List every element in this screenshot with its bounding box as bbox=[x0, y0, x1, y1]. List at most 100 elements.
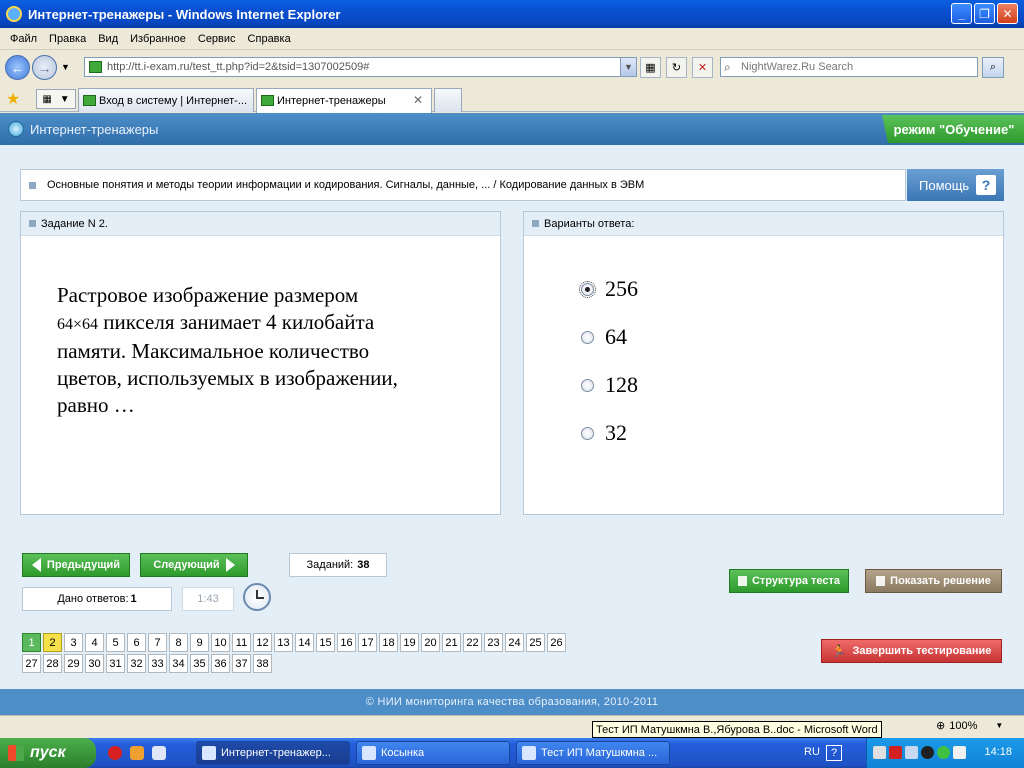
question-number-cell[interactable]: 36 bbox=[211, 654, 230, 673]
favorites-star-icon[interactable]: ★ bbox=[6, 89, 20, 109]
menu-file[interactable]: Файл bbox=[4, 33, 43, 45]
question-number-cell[interactable]: 10 bbox=[211, 633, 230, 652]
question-line-4: цветов, используемых в изображении, bbox=[57, 366, 398, 390]
close-button[interactable]: ✕ bbox=[997, 3, 1018, 24]
answer-option-3[interactable]: 128 bbox=[581, 372, 638, 398]
question-number-cell[interactable]: 37 bbox=[232, 654, 251, 673]
question-number-cell[interactable]: 17 bbox=[358, 633, 377, 652]
answer-option-label: 32 bbox=[605, 420, 627, 445]
search-input[interactable]: ⌕ NightWarez.Ru Search bbox=[720, 57, 978, 77]
menu-favorites[interactable]: Избранное bbox=[124, 33, 192, 45]
taskbar-item-label: Интернет-тренажер... bbox=[221, 747, 331, 759]
radio-button-checked[interactable] bbox=[579, 280, 596, 298]
new-tab-button[interactable] bbox=[434, 88, 462, 112]
refresh-icon[interactable]: ↻ bbox=[666, 57, 687, 78]
question-number-cell[interactable]: 23 bbox=[484, 633, 503, 652]
question-number-cell[interactable]: 20 bbox=[421, 633, 440, 652]
finish-test-button[interactable]: 🏃 Завершить тестирование bbox=[821, 639, 1002, 663]
question-number-cell[interactable]: 29 bbox=[64, 654, 83, 673]
question-number-cell[interactable]: 33 bbox=[148, 654, 167, 673]
menu-edit[interactable]: Правка bbox=[43, 33, 92, 45]
question-number-cell[interactable]: 9 bbox=[190, 633, 209, 652]
taskbar-item-word[interactable]: Тест ИП Матушкмна ... bbox=[516, 741, 670, 765]
forward-button[interactable]: → bbox=[32, 55, 57, 80]
restore-button[interactable]: ❐ bbox=[974, 3, 995, 24]
answer-option-1[interactable]: 256 bbox=[579, 276, 638, 302]
taskbar-item-ie[interactable]: Интернет-тренажер... bbox=[196, 741, 350, 765]
question-number-cell[interactable]: 5 bbox=[106, 633, 125, 652]
tray-battery-icon[interactable] bbox=[953, 746, 966, 759]
opera-icon[interactable] bbox=[108, 746, 122, 760]
question-number-cell[interactable]: 13 bbox=[274, 633, 293, 652]
question-number-cell[interactable]: 16 bbox=[337, 633, 356, 652]
prev-button[interactable]: Предыдущий bbox=[22, 553, 130, 577]
question-number-cell[interactable]: 1 bbox=[22, 633, 41, 652]
tab-list-dropdown-icon[interactable]: ▼ bbox=[60, 94, 70, 105]
address-dropdown-icon[interactable]: ▼ bbox=[620, 58, 636, 76]
question-number-cell[interactable]: 19 bbox=[400, 633, 419, 652]
tray-media-icon[interactable] bbox=[921, 746, 934, 759]
show-solution-button[interactable]: Показать решение bbox=[865, 569, 1002, 593]
tab-close-icon[interactable]: ✕ bbox=[413, 93, 423, 107]
start-button[interactable]: пуск bbox=[0, 738, 96, 768]
question-number-cell[interactable]: 34 bbox=[169, 654, 188, 673]
test-structure-button[interactable]: Структура теста bbox=[729, 569, 849, 593]
compat-view-icon[interactable]: ▦ bbox=[640, 57, 661, 78]
question-number-cell[interactable]: 14 bbox=[295, 633, 314, 652]
back-button[interactable]: ← bbox=[5, 55, 30, 80]
search-go-button[interactable]: ⌕ bbox=[982, 57, 1004, 78]
answer-option-4[interactable]: 32 bbox=[581, 420, 627, 446]
history-dropdown-icon[interactable]: ▼ bbox=[61, 62, 70, 72]
question-number-cell[interactable]: 11 bbox=[232, 633, 251, 652]
help-tray-icon[interactable]: ? bbox=[826, 745, 842, 761]
tray-network-icon[interactable] bbox=[937, 746, 950, 759]
menu-view[interactable]: Вид bbox=[92, 33, 124, 45]
answer-option-2[interactable]: 64 bbox=[581, 324, 627, 350]
radio-button[interactable] bbox=[581, 426, 594, 440]
question-number-cell[interactable]: 35 bbox=[190, 654, 209, 673]
question-number-cell[interactable]: 28 bbox=[43, 654, 62, 673]
question-number-cell[interactable]: 4 bbox=[85, 633, 104, 652]
language-indicator[interactable]: RU bbox=[804, 746, 820, 758]
volume-icon[interactable] bbox=[905, 746, 918, 759]
radio-button[interactable] bbox=[581, 378, 594, 392]
stop-icon[interactable]: ✕ bbox=[692, 57, 713, 78]
zoom-control[interactable]: ⊕ 100% ▼ bbox=[936, 719, 1003, 733]
question-number-cell[interactable]: 30 bbox=[85, 654, 104, 673]
question-number-cell[interactable]: 2 bbox=[43, 633, 62, 652]
tab-trainers[interactable]: Интернет-тренажеры ✕ bbox=[256, 88, 432, 113]
question-number-cell[interactable]: 6 bbox=[127, 633, 146, 652]
show-desktop-icon[interactable] bbox=[152, 746, 166, 760]
menu-tools[interactable]: Сервис bbox=[192, 33, 242, 45]
question-number-cell[interactable]: 18 bbox=[379, 633, 398, 652]
radio-button[interactable] bbox=[581, 330, 594, 344]
tray-app-icon[interactable] bbox=[873, 746, 886, 759]
question-number-cell[interactable]: 7 bbox=[148, 633, 167, 652]
question-number-cell[interactable]: 27 bbox=[22, 654, 41, 673]
taskbar-item-solitaire[interactable]: Косынка bbox=[356, 741, 510, 765]
question-number-cell[interactable]: 22 bbox=[463, 633, 482, 652]
zoom-dropdown-icon[interactable]: ▼ bbox=[995, 721, 1003, 730]
question-number-cell[interactable]: 25 bbox=[526, 633, 545, 652]
question-number-cell[interactable]: 12 bbox=[253, 633, 272, 652]
question-number-cell[interactable]: 21 bbox=[442, 633, 461, 652]
question-number-cell[interactable]: 24 bbox=[505, 633, 524, 652]
question-number-cell[interactable]: 8 bbox=[169, 633, 188, 652]
question-number-cell[interactable]: 3 bbox=[64, 633, 83, 652]
question-number-cell[interactable]: 32 bbox=[127, 654, 146, 673]
minimize-button[interactable]: _ bbox=[951, 3, 972, 24]
breadcrumb-text: Основные понятия и методы теории информа… bbox=[47, 179, 645, 191]
question-number-cell[interactable]: 31 bbox=[106, 654, 125, 673]
question-number-cell[interactable]: 38 bbox=[253, 654, 272, 673]
question-number-cell[interactable]: 26 bbox=[547, 633, 566, 652]
address-bar[interactable]: http://tt.i-exam.ru/test_tt.php?id=2&tsi… bbox=[84, 57, 637, 77]
quicklaunch-app-icon[interactable] bbox=[130, 746, 144, 760]
menu-help[interactable]: Справка bbox=[242, 33, 297, 45]
help-button[interactable]: Помощь ? bbox=[907, 169, 1004, 201]
question-number-cell[interactable]: 15 bbox=[316, 633, 335, 652]
tab-login[interactable]: Вход в систему | Интернет-... bbox=[78, 88, 254, 112]
answered-counter: Дано ответов: 1 bbox=[22, 587, 172, 611]
kaspersky-icon[interactable] bbox=[889, 746, 902, 759]
next-button[interactable]: Следующий bbox=[140, 553, 248, 577]
quick-tabs-button[interactable]: ▦ ▼ bbox=[36, 89, 76, 109]
